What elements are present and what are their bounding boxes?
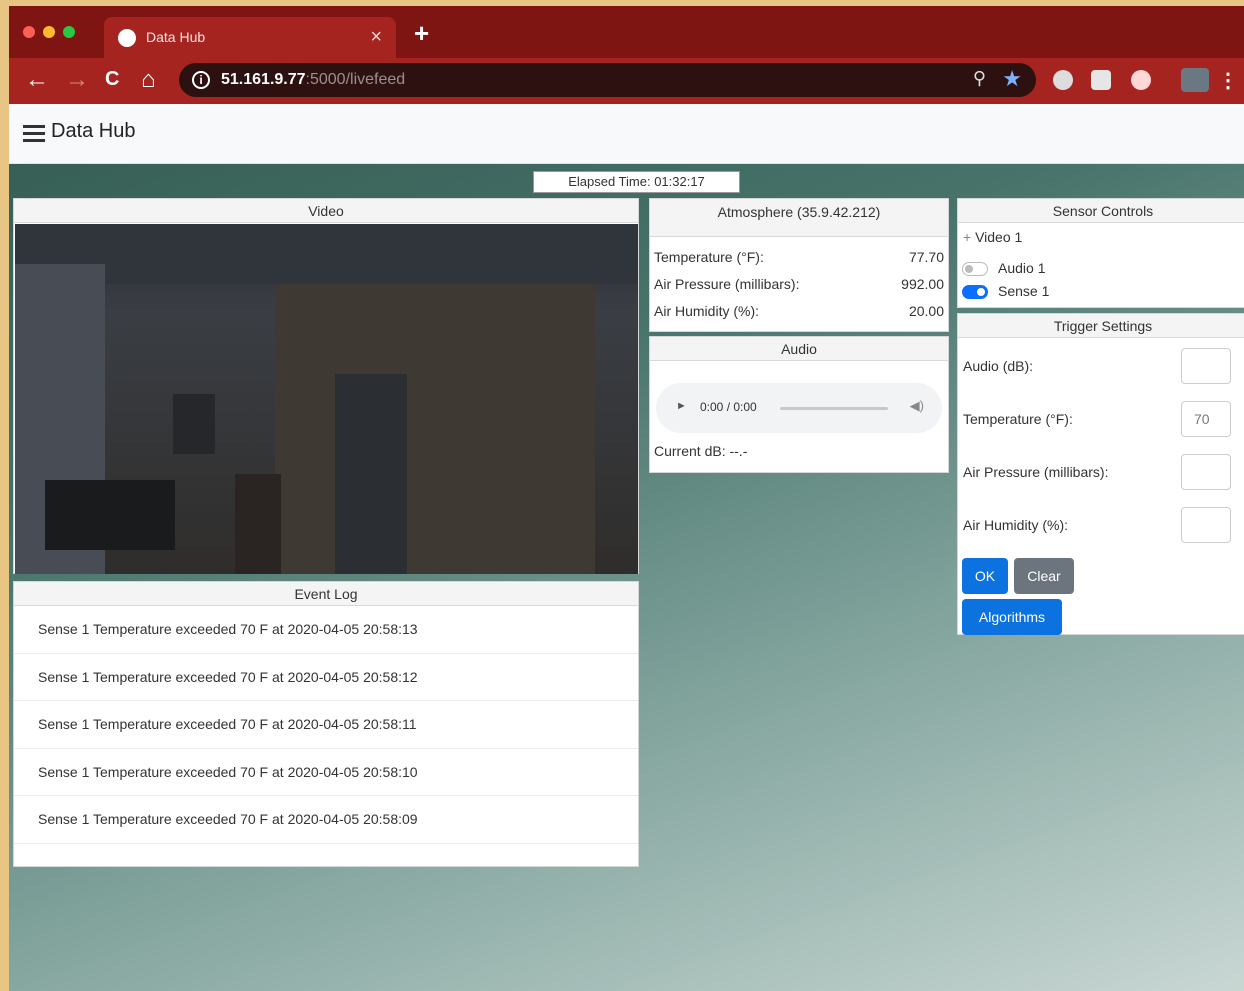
audio-1-control: Audio 1 <box>958 260 1158 278</box>
humidity-label: Air Humidity (%): <box>654 303 760 319</box>
ok-button[interactable]: OK <box>962 558 1008 594</box>
pressure-trigger-input[interactable] <box>1181 454 1231 490</box>
extension-drive-icon[interactable] <box>1053 70 1073 90</box>
event-log-item: Sense 1 Temperature exceeded 70 F at 202… <box>14 701 638 749</box>
event-log-item: Sense 1 Temperature exceeded 70 F at 202… <box>14 606 638 654</box>
sensor-controls-header: Sensor Controls <box>958 199 1244 223</box>
trigger-settings-header: Trigger Settings <box>958 314 1244 338</box>
current-db-readout: Current dB: --.- <box>654 443 748 459</box>
video-1-label: Video 1 <box>975 229 1023 245</box>
bookmark-star-icon[interactable]: ★ <box>1002 66 1022 92</box>
video-feed[interactable] <box>15 224 638 574</box>
trigger-settings-card: Trigger Settings Audio (dB): Temperature… <box>957 313 1244 635</box>
temperature-trigger-label: Temperature (°F): <box>963 411 1073 427</box>
humidity-value: 20.00 <box>908 303 944 319</box>
audio-card: Audio ► 0:00 / 0:00 ◀) Current dB: --.- <box>649 336 949 473</box>
new-tab-icon[interactable]: + <box>414 18 429 49</box>
video-1-item[interactable]: + Video 1 <box>963 229 1022 245</box>
sense-1-control: Sense 1 <box>958 283 1158 301</box>
audio-player[interactable]: ► 0:00 / 0:00 ◀) <box>656 383 942 433</box>
video-wall <box>275 284 595 574</box>
pressure-label: Air Pressure (millibars): <box>654 276 800 292</box>
profile-avatar[interactable] <box>1181 68 1209 92</box>
audio-1-toggle[interactable] <box>962 262 988 276</box>
humidity-trigger-label: Air Humidity (%): <box>963 517 1069 533</box>
video-monitor <box>45 480 175 550</box>
brand-title[interactable]: Data Hub <box>51 120 136 143</box>
expand-plus-icon[interactable]: + <box>963 229 971 245</box>
video-header: Video <box>14 199 638 223</box>
audio-1-label: Audio 1 <box>998 260 1046 276</box>
site-info-icon[interactable]: i <box>192 71 210 89</box>
reload-icon[interactable]: C <box>105 68 119 91</box>
volume-icon[interactable]: ◀) <box>910 398 924 414</box>
algorithms-button[interactable]: Algorithms <box>962 599 1062 635</box>
search-icon[interactable]: ⚲ <box>973 68 986 89</box>
address-bar[interactable]: i 51.161.9.77:5000/livefeed ⚲ ★ <box>179 63 1036 97</box>
hamburger-menu-icon[interactable] <box>23 125 45 143</box>
temperature-label: Temperature (°F): <box>654 249 764 265</box>
atmosphere-row-temperature: Temperature (°F): 77.70 <box>650 243 948 270</box>
atmosphere-card: Atmosphere (35.9.42.212) Temperature (°F… <box>649 198 949 332</box>
tab-title: Data Hub <box>146 29 206 45</box>
sense-1-label: Sense 1 <box>998 283 1050 299</box>
audio-db-label: Audio (dB): <box>963 358 1034 374</box>
audio-db-input[interactable] <box>1181 348 1231 384</box>
humidity-trigger-input[interactable] <box>1181 507 1231 543</box>
temperature-trigger-input[interactable]: 70 <box>1181 401 1231 437</box>
event-log-item: Sense 1 Temperature exceeded 70 F at 202… <box>14 749 638 796</box>
temperature-value: 77.70 <box>908 249 944 265</box>
elapsed-time-display: Elapsed Time: 01:32:17 <box>533 171 740 193</box>
video-picture-frame <box>173 394 215 454</box>
tab-close-icon[interactable]: × <box>370 26 382 49</box>
browser-tab[interactable]: Data Hub × <box>104 17 396 58</box>
dashboard-content: Elapsed Time: 01:32:17 Video Event Log S… <box>9 164 1244 991</box>
minimize-window-dot[interactable] <box>43 26 55 38</box>
event-log-header: Event Log <box>14 582 638 606</box>
event-log-item: Sense 1 Temperature exceeded 70 F at 202… <box>14 796 638 844</box>
atmosphere-header: Atmosphere (35.9.42.212) <box>650 199 948 237</box>
browser-menu-icon[interactable]: ⋮ <box>1218 68 1238 93</box>
forward-icon[interactable]: → <box>65 66 89 94</box>
site-globe-icon <box>118 29 136 47</box>
atmosphere-row-pressure: Air Pressure (millibars): 992.00 <box>650 270 948 297</box>
browser-window: Data Hub × + ← → C ⌂ i 51.161.9.77:5000/… <box>9 6 1244 991</box>
browser-toolbar: ← → C ⌂ i 51.161.9.77:5000/livefeed ⚲ ★ … <box>9 58 1244 104</box>
video-card: Video <box>13 198 639 574</box>
sense-1-toggle[interactable] <box>962 285 988 299</box>
video-shelf <box>235 474 281 574</box>
event-log-card: Event Log Sense 1 Temperature exceeded 7… <box>13 581 639 867</box>
extension-square-icon[interactable] <box>1091 70 1111 90</box>
url-path: :5000/livefeed <box>305 71 406 88</box>
close-window-dot[interactable] <box>23 26 35 38</box>
browser-tab-bar: Data Hub × + <box>9 6 1244 58</box>
maximize-window-dot[interactable] <box>63 26 75 38</box>
home-icon[interactable]: ⌂ <box>141 66 156 94</box>
clear-button[interactable]: Clear <box>1014 558 1074 594</box>
app-navbar: Data Hub <box>9 104 1244 164</box>
url-host: 51.161.9.77 <box>221 71 306 88</box>
url-text: 51.161.9.77:5000/livefeed <box>221 71 405 89</box>
event-log-item: Sense 1 Temperature exceeded 70 F at 202… <box>14 654 638 701</box>
atmosphere-row-humidity: Air Humidity (%): 20.00 <box>650 297 948 324</box>
pressure-value: 992.00 <box>901 276 944 292</box>
video-door <box>335 374 407 574</box>
pressure-trigger-label: Air Pressure (millibars): <box>963 464 1109 480</box>
audio-progress-track[interactable] <box>780 407 888 410</box>
back-icon[interactable]: ← <box>25 66 49 94</box>
play-icon[interactable]: ► <box>676 400 687 412</box>
extension-pin-icon[interactable] <box>1131 70 1151 90</box>
video-ceiling <box>15 224 638 284</box>
audio-time: 0:00 / 0:00 <box>700 400 757 414</box>
sensor-controls-card: Sensor Controls + Video 1 Audio 1 Sense … <box>957 198 1244 308</box>
audio-header: Audio <box>650 337 948 361</box>
